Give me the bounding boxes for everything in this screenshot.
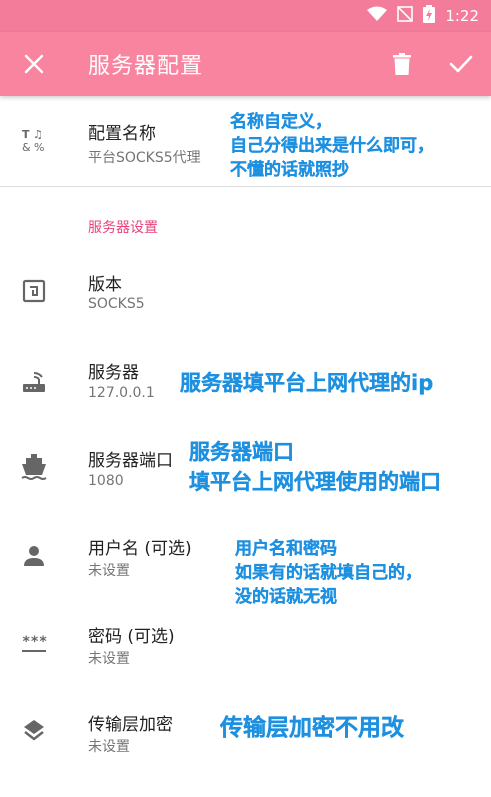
- port-label: 服务器端口: [88, 451, 173, 471]
- server-label: 服务器: [88, 363, 139, 383]
- no-signal-icon: [397, 6, 414, 26]
- version-value: SOCKS5: [88, 296, 145, 312]
- annotation-line: 填平台上网代理使用的端口: [189, 470, 441, 494]
- router-icon: [20, 368, 48, 396]
- password-label: 密码 (可选): [88, 627, 175, 647]
- tls-label: 传输层加密: [88, 715, 173, 735]
- port-value: 1080: [88, 473, 124, 489]
- profile-name-label: 配置名称: [88, 124, 156, 144]
- annotation-line: 名称自定义，: [230, 112, 332, 132]
- port-annotation: 服务器端口 填平台上网代理使用的端口: [189, 437, 441, 497]
- trash-icon: [393, 53, 411, 75]
- text-format-icon: T ♫ &%: [20, 126, 48, 154]
- profile-name-annotation: 名称自定义， 自己分得出来是什么即可， 不懂的话就照抄: [230, 110, 434, 182]
- close-icon: [24, 54, 44, 74]
- version-label: 版本: [88, 275, 122, 295]
- annotation-line: 如果有的话就填自己的，: [235, 563, 422, 583]
- status-bar: 1:22: [0, 0, 491, 32]
- annotation-line: 不懂的话就照抄: [230, 160, 349, 180]
- wifi-icon: [367, 6, 388, 26]
- delete-button[interactable]: [384, 46, 420, 82]
- tls-value: 未设置: [88, 739, 130, 755]
- layers-icon: [20, 717, 48, 745]
- server-annotation: 服务器填平台上网代理的ip: [180, 371, 434, 395]
- username-label: 用户名 (可选): [88, 539, 192, 559]
- nfc-icon: [20, 277, 48, 305]
- svg-text:***: ***: [22, 634, 47, 650]
- tls-annotation: 传输层加密不用改: [220, 715, 404, 741]
- divider: [0, 186, 491, 187]
- profile-name-value: 平台SOCKS5代理: [88, 150, 201, 166]
- server-settings-header: 服务器设置: [88, 220, 158, 236]
- svg-text:♫: ♫: [33, 128, 43, 141]
- close-button[interactable]: [16, 46, 52, 82]
- annotation-line: 自己分得出来是什么即可，: [230, 136, 434, 156]
- password-row[interactable]: *** 密码 (可选) 未设置: [0, 602, 491, 690]
- app-bar: 服务器配置: [0, 32, 491, 96]
- check-icon: [449, 55, 473, 73]
- annotation-line: 用户名和密码: [235, 539, 337, 559]
- password-value: 未设置: [88, 651, 130, 667]
- annotation-line: 服务器端口: [189, 440, 294, 464]
- password-icon: ***: [20, 630, 48, 658]
- username-value: 未设置: [88, 563, 130, 579]
- battery-charging-icon: [423, 5, 436, 27]
- svg-text:T: T: [22, 128, 30, 141]
- svg-text:&: &: [22, 141, 31, 153]
- username-annotation: 用户名和密码 如果有的话就填自己的， 没的话就无视: [235, 537, 422, 609]
- status-time: 1:22: [445, 7, 479, 25]
- annotation-line: 没的话就无视: [235, 587, 337, 607]
- svg-text:%: %: [34, 141, 44, 153]
- page-title: 服务器配置: [88, 54, 204, 79]
- server-value: 127.0.0.1: [88, 385, 155, 401]
- ship-icon: [20, 453, 48, 481]
- save-button[interactable]: [443, 46, 479, 82]
- person-icon: [20, 542, 48, 570]
- version-row[interactable]: 版本 SOCKS5: [0, 250, 491, 338]
